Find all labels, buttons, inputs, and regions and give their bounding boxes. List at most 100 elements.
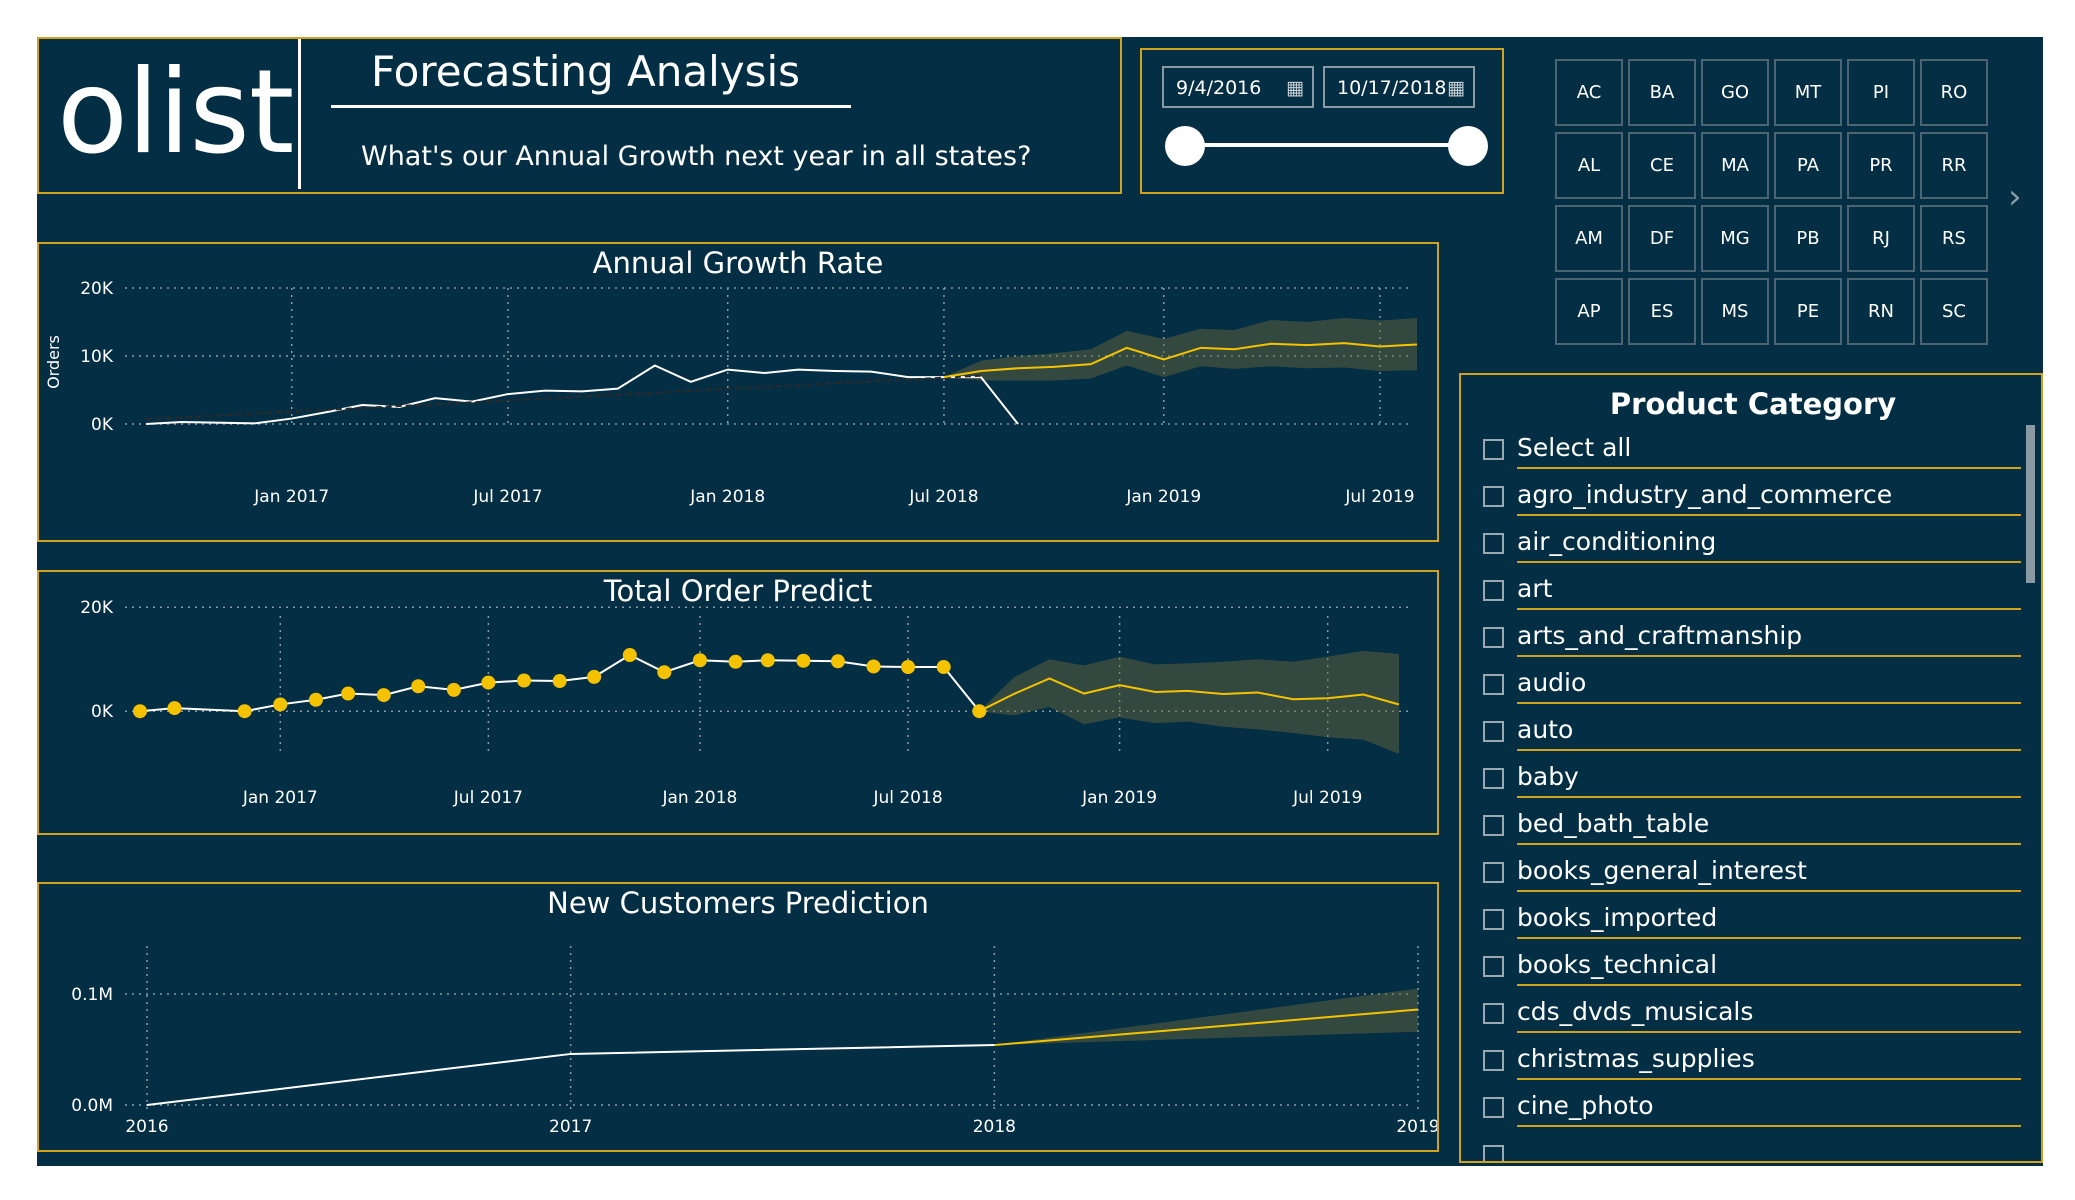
data-point [517,673,532,688]
data-point [411,679,426,694]
category-label: books_imported [1517,903,1718,932]
checkbox[interactable] [1483,909,1504,930]
category-item[interactable]: cine_photo [1461,1085,2021,1132]
checkbox[interactable] [1483,768,1504,789]
checkbox[interactable] [1483,1145,1504,1161]
data-point [341,686,356,701]
checkbox[interactable] [1483,580,1504,601]
category-label: cine_photo [1517,1091,1654,1120]
state-tile-es[interactable]: ES [1628,278,1696,345]
category-item[interactable]: arts_and_craftmanship [1461,615,2021,662]
category-item[interactable]: books_general_interest [1461,850,2021,897]
date-slider-end-handle[interactable] [1448,126,1488,166]
state-tile-mt[interactable]: MT [1774,59,1842,126]
state-tile-ap[interactable]: AP [1555,278,1623,345]
category-underline [1517,608,2021,610]
trend-series-line [145,374,982,421]
calendar-icon[interactable]: ▦ [1447,68,1465,108]
checkbox[interactable] [1483,815,1504,836]
state-tile-ac[interactable]: AC [1555,59,1623,126]
category-item[interactable]: agro_industry_and_commerce [1461,474,2021,521]
forecast-confidence-band [943,317,1417,381]
state-tile-mg[interactable]: MG [1701,205,1769,272]
checkbox[interactable] [1483,1050,1504,1071]
actual-series-line [146,1044,995,1106]
state-tile-df[interactable]: DF [1628,205,1696,272]
checkbox[interactable] [1483,1097,1504,1118]
checkbox[interactable] [1483,486,1504,507]
scrollbar[interactable] [2026,425,2035,583]
x-tick-label: Jan 2018 [662,788,738,808]
category-item[interactable]: christmas_supplies [1461,1038,2021,1085]
data-point [587,669,602,684]
data-point [133,704,147,719]
category-label: arts_and_craftmanship [1517,621,1803,650]
category-label: agro_industry_and_commerce [1517,480,1893,509]
category-underline [1517,702,2021,704]
state-tile-pi[interactable]: PI [1847,59,1915,126]
category-item[interactable]: auto [1461,709,2021,756]
checkbox[interactable] [1483,533,1504,554]
data-point [972,704,987,719]
category-item[interactable]: audio [1461,662,2021,709]
category-label: Select all [1517,433,1632,462]
checkbox[interactable] [1483,627,1504,648]
state-tile-ba[interactable]: BA [1628,59,1696,126]
state-tile-ms[interactable]: MS [1701,278,1769,345]
state-tile-pe[interactable]: PE [1774,278,1842,345]
data-point [866,659,881,674]
y-tick-label: 0.1M [71,985,113,1005]
category-label: audio [1517,668,1587,697]
state-tile-ce[interactable]: CE [1628,132,1696,199]
state-tile-sc[interactable]: SC [1920,278,1988,345]
state-tile-ma[interactable]: MA [1701,132,1769,199]
category-label: baby [1517,762,1579,791]
category-item[interactable]: Select all [1461,427,2021,474]
start-date-value: 9/4/2016 [1176,77,1262,99]
state-tile-rs[interactable]: RS [1920,205,1988,272]
state-tile-pa[interactable]: PA [1774,132,1842,199]
category-item-partial[interactable] [1461,1133,2021,1161]
x-tick-label: Jul 2017 [453,788,523,808]
category-item[interactable]: books_technical [1461,944,2021,991]
y-tick-label: 20K [80,598,114,618]
category-item[interactable]: cds_dvds_musicals [1461,991,2021,1038]
chevron-right-icon[interactable]: › [2008,177,2022,217]
data-point [796,653,811,668]
checkbox[interactable] [1483,956,1504,977]
category-label: cds_dvds_musicals [1517,997,1754,1026]
date-slider-start-handle[interactable] [1165,126,1205,166]
data-point [446,682,461,697]
category-underline [1517,1125,2021,1127]
category-label: books_general_interest [1517,856,1807,885]
category-item[interactable]: air_conditioning [1461,521,2021,568]
checkbox[interactable] [1483,1003,1504,1024]
state-tile-rj[interactable]: RJ [1847,205,1915,272]
state-tile-pb[interactable]: PB [1774,205,1842,272]
end-date-input[interactable]: 10/17/2018 ▦ [1323,66,1475,108]
category-label: bed_bath_table [1517,809,1710,838]
category-item[interactable]: bed_bath_table [1461,803,2021,850]
category-item[interactable]: books_imported [1461,897,2021,944]
date-slider-track[interactable] [1187,143,1467,147]
header-panel: olist Forecasting Analysis What's our An… [37,37,1122,194]
state-tile-pr[interactable]: PR [1847,132,1915,199]
state-tile-rr[interactable]: RR [1920,132,1988,199]
state-tile-rn[interactable]: RN [1847,278,1915,345]
category-item[interactable]: baby [1461,756,2021,803]
state-tile-ro[interactable]: RO [1920,59,1988,126]
checkbox[interactable] [1483,674,1504,695]
state-tile-al[interactable]: AL [1555,132,1623,199]
state-tile-go[interactable]: GO [1701,59,1769,126]
checkbox[interactable] [1483,721,1504,742]
page-title: Forecasting Analysis [371,47,801,96]
category-underline [1517,843,2021,845]
state-tile-am[interactable]: AM [1555,205,1623,272]
calendar-icon[interactable]: ▦ [1286,68,1304,108]
category-underline [1517,561,2021,563]
state-slicer: AC BA GO MT PI RO AL CE MA PA PR RR AM DF MG PB RJ RS AP ES… [1555,59,1998,346]
start-date-input[interactable]: 9/4/2016 ▦ [1162,66,1314,108]
checkbox[interactable] [1483,862,1504,883]
checkbox[interactable] [1483,439,1504,460]
category-item[interactable]: art [1461,568,2021,615]
